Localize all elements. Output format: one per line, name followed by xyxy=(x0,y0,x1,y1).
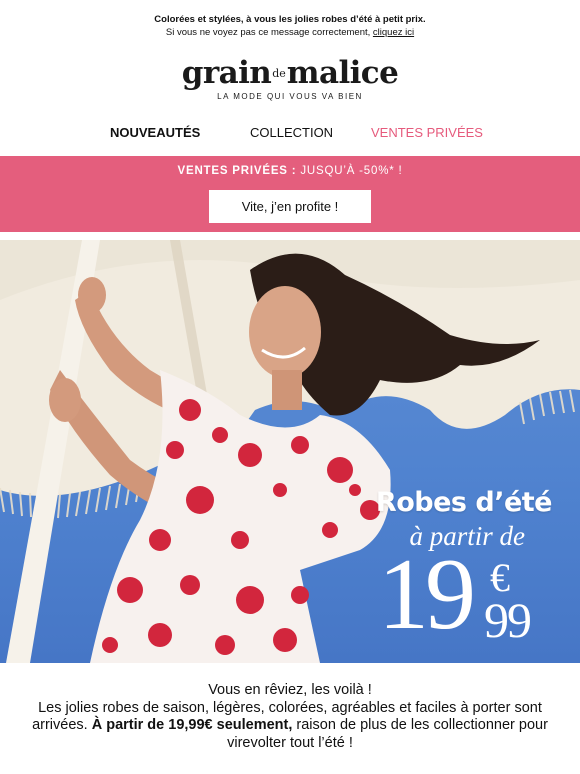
promo-title-bold: VENTES PRIVÉES : xyxy=(177,165,297,177)
logo-part-small: de xyxy=(272,67,286,80)
hero-price-main: 19 xyxy=(378,538,476,651)
hero-headline: Robes d’été xyxy=(375,487,553,518)
body-copy: Vous en rêviez, les voilà ! Les jolies r… xyxy=(20,682,560,752)
promo-title-rest: JUSQU’À -50%* ! xyxy=(296,165,403,177)
body-paragraph: Les jolies robes de saison, légères, col… xyxy=(20,700,560,753)
promo-title: VENTES PRIVÉES : JUSQU’À -50%* ! xyxy=(0,165,580,177)
body-price-highlight: À partir de 19,99€ seulement, xyxy=(91,717,293,733)
logo-part-1: grain xyxy=(181,55,272,91)
brand-logo[interactable]: graindemalice LA MODE QUI VOUS VA BIEN xyxy=(0,56,580,101)
hero-price-cents: 99 xyxy=(484,592,532,648)
nav-item-collection[interactable]: COLLECTION xyxy=(250,125,333,140)
promo-cta-button[interactable]: Vite, j’en profite ! xyxy=(209,190,371,223)
view-online-link[interactable]: cliquez ici xyxy=(373,27,414,38)
nav-item-ventes-privees[interactable]: VENTES PRIVÉES xyxy=(371,125,483,140)
main-nav: NOUVEAUTÉS COLLECTION VENTES PRIVÉES xyxy=(0,125,580,141)
preheader-headline: Colorées et stylées, à vous les jolies r… xyxy=(154,14,426,25)
logo-part-2: malice xyxy=(286,55,399,91)
promo-banner: VENTES PRIVÉES : JUSQU’À -50%* ! Vite, j… xyxy=(0,156,580,232)
body-line-1: Vous en rêviez, les voilà ! xyxy=(208,682,372,698)
hero-image[interactable]: Robes d’été à partir de 19 € 99 xyxy=(0,240,580,663)
preheader-view-text: Si vous ne voyez pas ce message correcte… xyxy=(165,27,373,38)
logo-wordmark: graindemalice xyxy=(0,56,580,91)
nav-item-nouveautes[interactable]: NOUVEAUTÉS xyxy=(110,125,200,140)
preheader: Colorées et stylées, à vous les jolies r… xyxy=(0,13,580,39)
preheader-view-online: Si vous ne voyez pas ce message correcte… xyxy=(0,26,580,39)
logo-tagline: LA MODE QUI VOUS VA BIEN xyxy=(217,92,363,101)
